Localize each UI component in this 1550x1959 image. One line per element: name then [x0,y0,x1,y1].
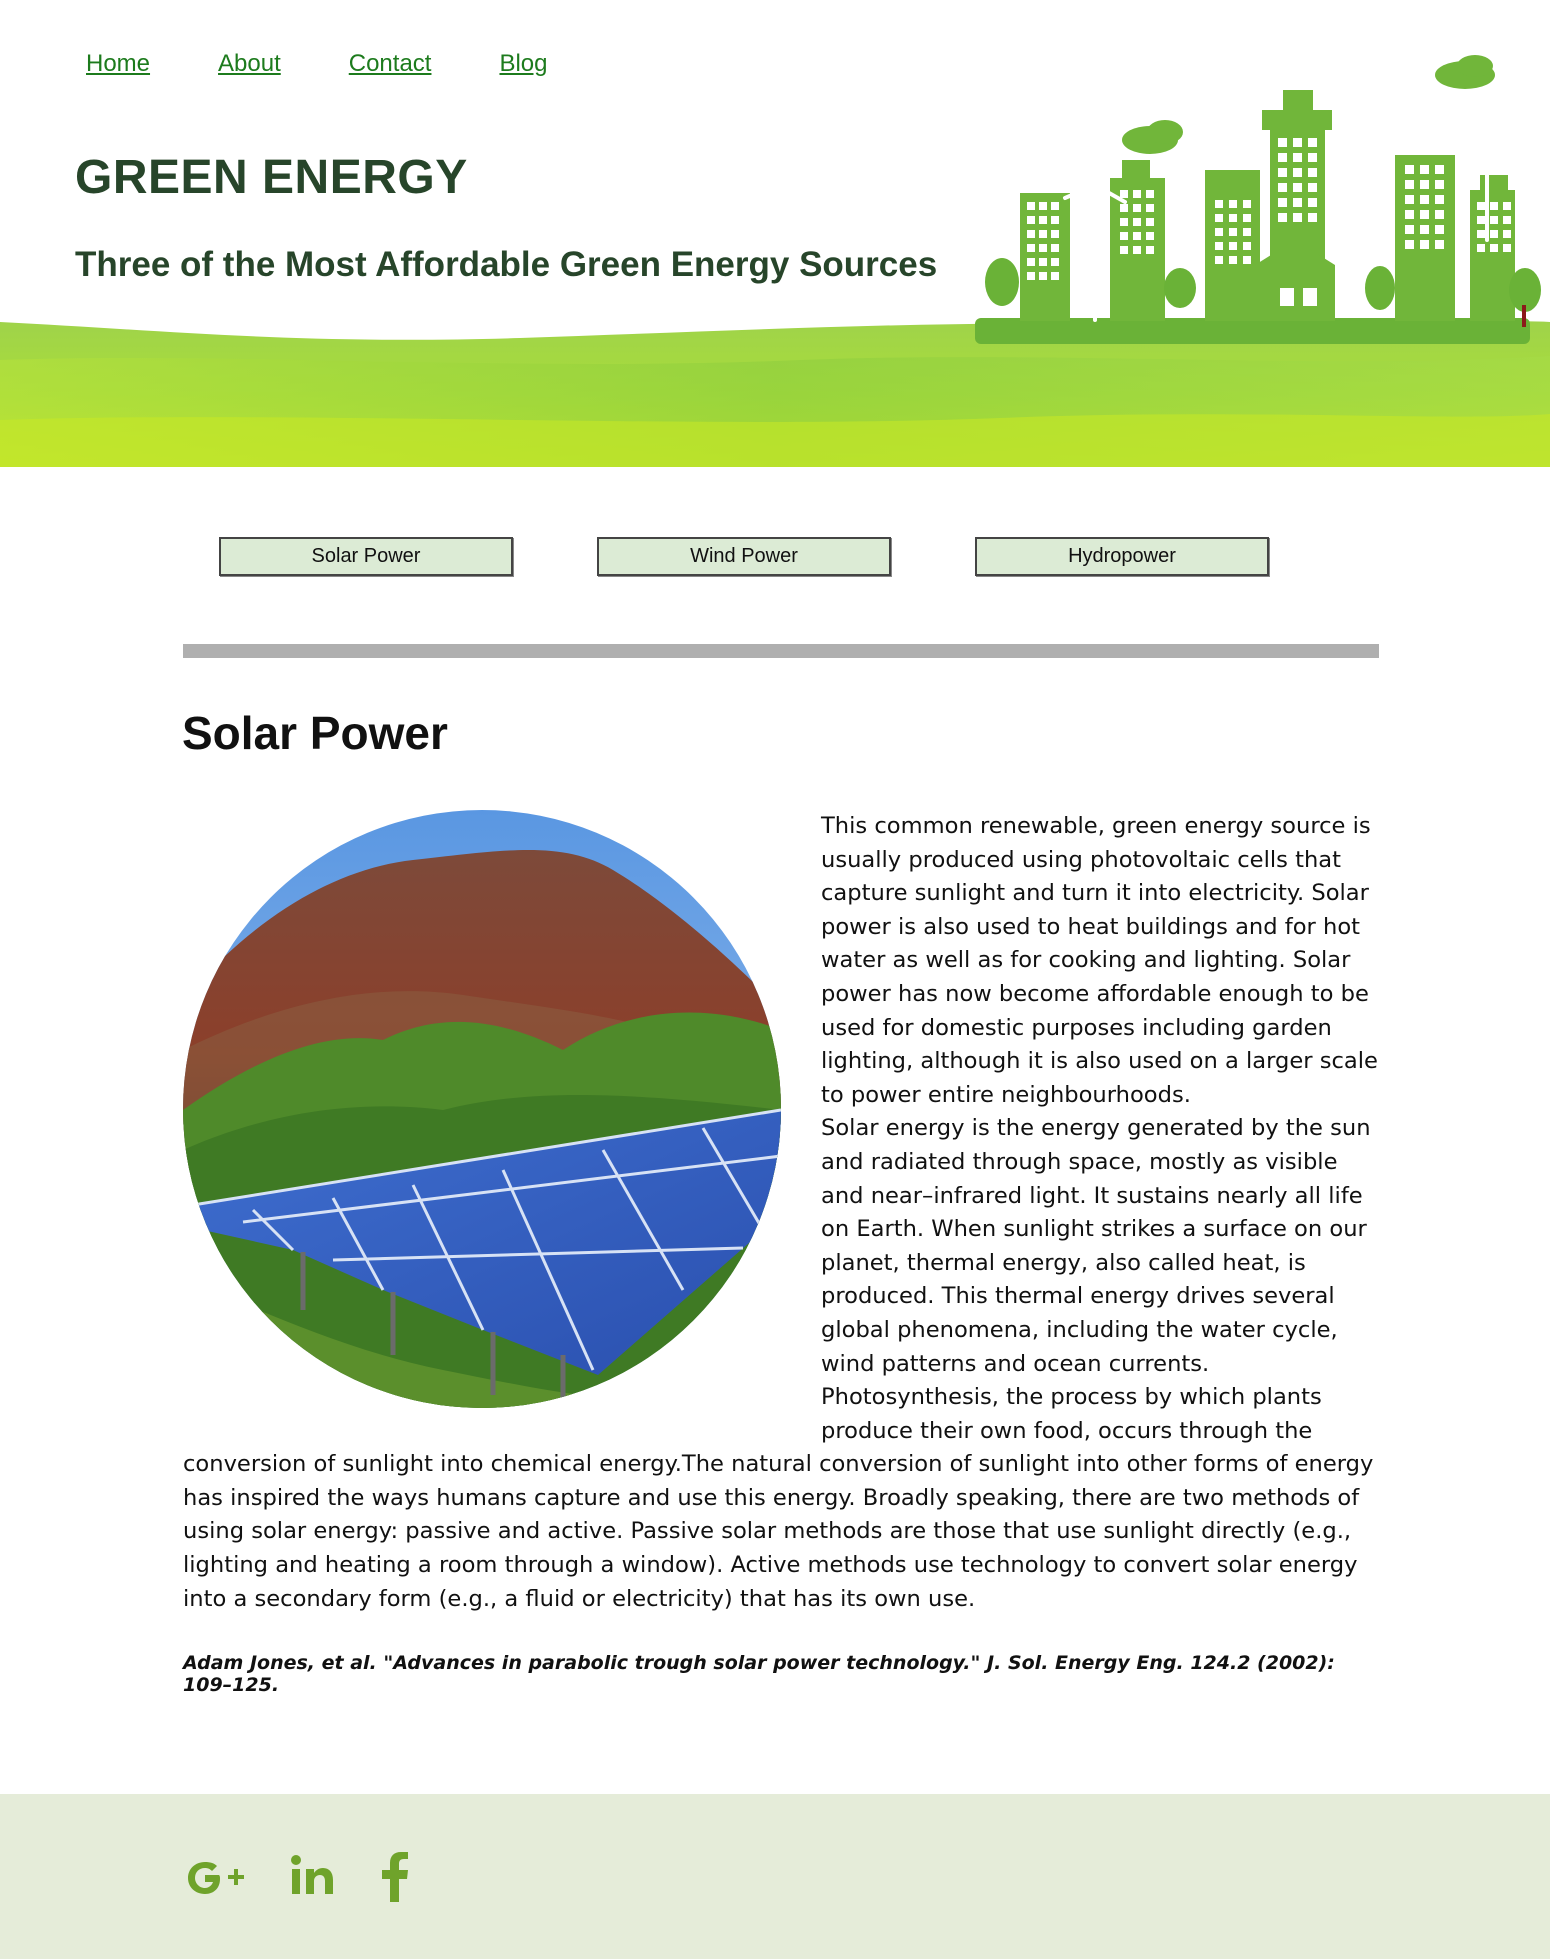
green-city-illustration [975,55,1541,344]
google-plus-icon[interactable] [184,1852,248,1900]
article-body: This common renewable, green energy sour… [183,810,1383,1616]
nav-link-home[interactable]: Home [86,50,150,78]
section-divider [183,644,1379,658]
section-title: Solar Power [182,707,448,759]
solar-panel-photo [183,810,781,1408]
nav-link-about[interactable]: About [218,50,281,78]
citation: Adam Jones, et al. "Advances in paraboli… [183,1652,1335,1696]
facebook-icon[interactable] [380,1852,410,1902]
tab-wind-power[interactable]: Wind Power [597,537,891,576]
linkedin-icon[interactable] [288,1852,336,1900]
energy-tabs: Solar Power Wind Power Hydropower [219,537,1272,580]
tab-solar-power[interactable]: Solar Power [219,537,513,576]
site-title: GREEN ENERGY [75,151,468,204]
top-nav: Home About Contact Blog [86,50,616,78]
nav-link-blog[interactable]: Blog [499,50,547,78]
tab-hydropower[interactable]: Hydropower [975,537,1269,576]
hero-banner: Home About Contact Blog GREEN ENERGY Thr… [0,0,1550,467]
footer [0,1794,1550,1959]
site-subtitle: Three of the Most Affordable Green Energ… [75,245,938,284]
nav-link-contact[interactable]: Contact [349,50,432,78]
article-paragraph-1: This common renewable, green energy sour… [821,813,1378,1108]
